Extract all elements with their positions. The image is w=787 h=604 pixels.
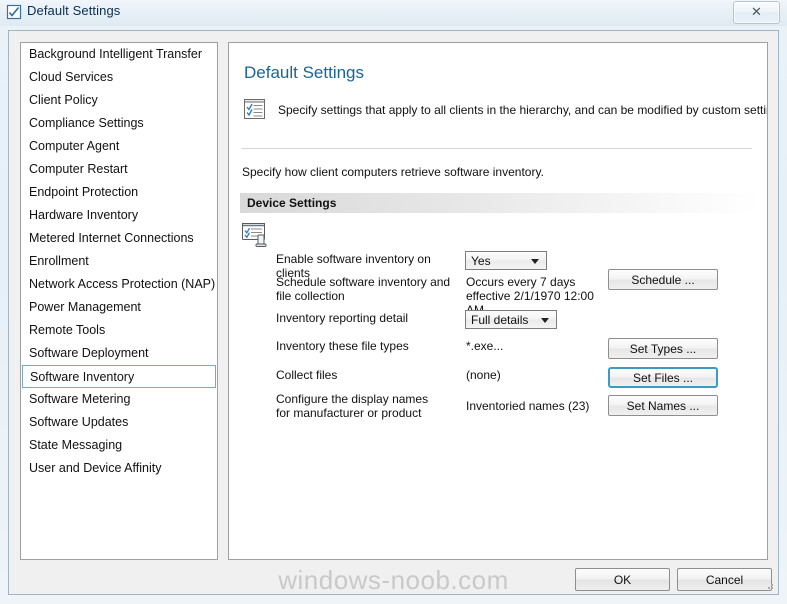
settings-category-list[interactable]: Background Intelligent Transfer Cloud Ser… (20, 42, 218, 560)
sidebar-item-label: Computer Agent (29, 139, 120, 153)
sidebar-item-label: Hardware Inventory (29, 208, 139, 222)
setting-value-5: Inventoried names (23) (466, 399, 590, 413)
dialog-window: Default Settings ✕ Background Intelligen… (0, 0, 787, 604)
sidebar-item-computer-agent[interactable]: Computer Agent (21, 135, 217, 158)
setting-value-3: *.exe... (466, 339, 504, 353)
sidebar-item-label: Endpoint Protection (29, 185, 139, 199)
setting-button-label: Schedule ... (631, 272, 695, 287)
setting-label-2: Inventory reporting detail (276, 311, 409, 325)
setting-button-label: Set Types ... (629, 341, 697, 356)
close-icon: ✕ (751, 5, 762, 20)
panel-subtitle: Specify how client computers retrieve so… (242, 165, 544, 179)
sidebar-item-remote-tools[interactable]: Remote Tools (21, 319, 217, 342)
sidebar-item-software-metering[interactable]: Software Metering (21, 388, 217, 411)
title-bar: Default Settings ✕ (0, 0, 787, 26)
computer-checklist-icon (241, 221, 271, 249)
setting-button-label: Set Names ... (626, 398, 700, 413)
sidebar-item-label: Compliance Settings (29, 116, 144, 130)
sidebar-item-label: Metered Internet Connections (29, 231, 194, 245)
checklist-document-icon (242, 96, 268, 122)
sidebar-item-label: Software Metering (29, 392, 131, 406)
sidebar-item-endpoint-protection[interactable]: Endpoint Protection (21, 181, 217, 204)
sidebar-item-compliance-settings[interactable]: Compliance Settings (21, 112, 217, 135)
sidebar-item-software-inventory[interactable]: Software Inventory (22, 365, 216, 388)
sidebar-item-enrollment[interactable]: Enrollment (21, 250, 217, 273)
sidebar-item-background-intelligent-transfer[interactable]: Background Intelligent Transfer (21, 43, 217, 66)
setting-label-3: Inventory these file types (276, 339, 409, 353)
close-button[interactable]: ✕ (733, 1, 780, 24)
setting-combo-value: Full details (471, 313, 529, 327)
sidebar-item-label: Software Deployment (29, 346, 149, 360)
intro-description: Specify settings that apply to all clien… (278, 103, 768, 117)
setting-button-set-names[interactable]: Set Names ... (608, 395, 718, 416)
window-title: Default Settings (27, 3, 121, 18)
setting-combo-2[interactable]: Full details (465, 310, 557, 329)
sidebar-item-label: Computer Restart (29, 162, 128, 176)
chevron-down-icon (531, 259, 539, 264)
page-title: Default Settings (244, 63, 365, 82)
sidebar-item-software-updates[interactable]: Software Updates (21, 411, 217, 434)
sidebar-item-user-and-device-affinity[interactable]: User and Device Affinity (21, 457, 217, 480)
sidebar-item-label: Remote Tools (29, 323, 106, 337)
sidebar-item-label: State Messaging (29, 438, 123, 452)
setting-button-set-files[interactable]: Set Files ... (608, 367, 718, 388)
setting-button-schedule[interactable]: Schedule ... (608, 269, 718, 290)
setting-label-5: Configure the display names for manufact… (276, 392, 429, 420)
sidebar-item-label: Background Intelligent Transfer (29, 47, 203, 61)
sidebar-item-label: Software Inventory (30, 370, 135, 384)
setting-label-4: Collect files (276, 368, 338, 382)
sidebar-item-label: User and Device Affinity (29, 461, 162, 475)
section-divider (242, 148, 752, 149)
sidebar-item-network-access-protection-nap[interactable]: Network Access Protection (NAP) (21, 273, 217, 296)
setting-combo-0[interactable]: Yes (465, 251, 547, 270)
setting-button-label: Set Files ... (632, 370, 694, 385)
settings-detail-panel: Default Settings Specify settings that a (228, 42, 768, 560)
sidebar-item-cloud-services[interactable]: Cloud Services (21, 66, 217, 89)
sidebar-item-hardware-inventory[interactable]: Hardware Inventory (21, 204, 217, 227)
setting-combo-value: Yes (471, 254, 491, 268)
sidebar-item-label: Cloud Services (29, 70, 114, 84)
setting-label-1: Schedule software inventory and file col… (276, 275, 451, 303)
chevron-down-icon (541, 318, 549, 323)
sidebar-item-label: Software Updates (29, 415, 129, 429)
setting-value-4: (none) (466, 368, 501, 382)
sidebar-item-computer-restart[interactable]: Computer Restart (21, 158, 217, 181)
dialog-body: Background Intelligent Transfer Cloud Ser… (8, 30, 779, 595)
device-settings-header-label: Device Settings (247, 196, 337, 210)
sidebar-item-label: Enrollment (29, 254, 89, 268)
sidebar-item-label: Client Policy (29, 93, 98, 107)
sidebar-item-metered-internet-connections[interactable]: Metered Internet Connections (21, 227, 217, 250)
device-settings-header: Device Settings (240, 193, 758, 213)
window-settings-icon (6, 4, 22, 20)
sidebar-item-software-deployment[interactable]: Software Deployment (21, 342, 217, 365)
setting-button-set-types[interactable]: Set Types ... (608, 338, 718, 359)
sidebar-item-label: Network Access Protection (NAP) (29, 277, 216, 291)
sidebar-item-state-messaging[interactable]: State Messaging (21, 434, 217, 457)
sidebar-item-label: Power Management (29, 300, 141, 314)
sidebar-item-client-policy[interactable]: Client Policy (21, 89, 217, 112)
site-watermark: windows-noob.com (278, 565, 509, 595)
sidebar-item-power-management[interactable]: Power Management (21, 296, 217, 319)
